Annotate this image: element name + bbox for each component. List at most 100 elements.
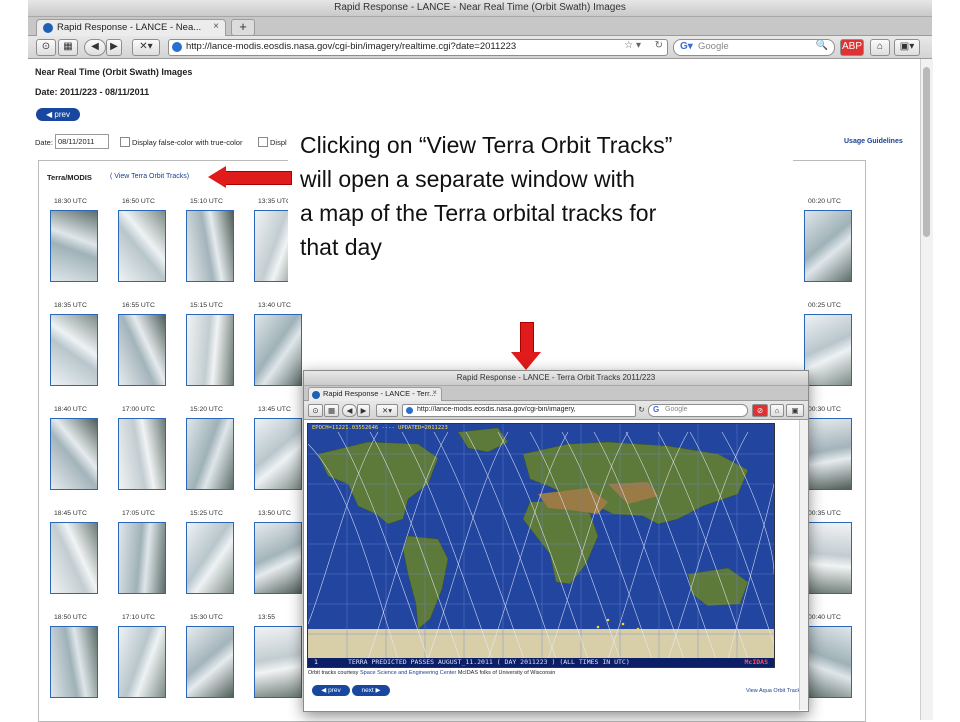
- mcidas-logo: McIDAS: [744, 658, 768, 666]
- tab-close-icon[interactable]: ×: [213, 21, 219, 32]
- utc-time-label: 00:40 UTC: [808, 614, 841, 621]
- back-button[interactable]: ◀: [84, 39, 106, 56]
- popup-scrollbar[interactable]: [799, 420, 808, 710]
- utc-time-label: 13:45 UTC: [258, 406, 291, 413]
- prev-button[interactable]: ◀ prev: [36, 108, 80, 121]
- popup-history-icon[interactable]: ⊙: [308, 404, 323, 417]
- bookmark-star-icon[interactable]: ☆ ▾: [624, 40, 641, 51]
- callout-line-4: that day: [300, 234, 382, 260]
- satellite-image[interactable]: [186, 626, 234, 698]
- popup-next-button[interactable]: next ▶: [352, 685, 390, 696]
- satellite-image[interactable]: [804, 418, 852, 490]
- popup-titlebar: Rapid Response - LANCE - Terra Orbit Tra…: [304, 371, 808, 386]
- popup-tab-bar: Rapid Response - LANCE - Terr... ×: [304, 386, 808, 401]
- ssec-link[interactable]: Space Science and Engineering Center: [360, 670, 456, 676]
- popup-tab[interactable]: Rapid Response - LANCE - Terr... ×: [308, 387, 442, 401]
- popup-reload-icon[interactable]: ↻: [638, 404, 645, 415]
- satellite-image[interactable]: [50, 210, 98, 282]
- satellite-image[interactable]: [118, 210, 166, 282]
- home-icon[interactable]: ⌂: [870, 39, 890, 56]
- address-bar[interactable]: http://lance-modis.eosdis.nasa.gov/cgi-b…: [168, 39, 668, 56]
- satellite-image[interactable]: [804, 314, 852, 386]
- satellite-image[interactable]: [186, 314, 234, 386]
- history-icon[interactable]: ⊙: [36, 39, 56, 56]
- popup-tab-close-icon[interactable]: ×: [432, 388, 437, 397]
- scroll-thumb[interactable]: [923, 67, 930, 237]
- utc-time-label: 16:50 UTC: [122, 198, 155, 205]
- popup-back-button[interactable]: ◀: [342, 404, 357, 417]
- utc-time-label: 15:10 UTC: [190, 198, 223, 205]
- map-footer-number: 1: [314, 658, 318, 666]
- satellite-image[interactable]: [254, 418, 302, 490]
- view-aqua-orbit-tracks-link[interactable]: View Aqua Orbit Tracks: [746, 688, 803, 694]
- browser-tab[interactable]: Rapid Response - LANCE - Nea... ×: [36, 19, 226, 36]
- popup-toolbar: ⊙ ▦ ◀ ▶ ✕▾ http://lance-modis.eosdis.nas…: [304, 401, 808, 420]
- satellite-image[interactable]: [186, 210, 234, 282]
- world-map: [308, 424, 774, 667]
- map-footer: 1 TERRA PREDICTED PASSES AUGUST_11.2011 …: [308, 658, 774, 667]
- date-label: Date:: [35, 138, 53, 147]
- utc-time-label: 18:45 UTC: [54, 510, 87, 517]
- utc-time-label: 13:55: [258, 614, 276, 621]
- search-input[interactable]: G▾ Google 🔍: [673, 39, 835, 56]
- window-titlebar: Rapid Response - LANCE - Near Real Time …: [28, 0, 932, 17]
- usage-guidelines-link[interactable]: Usage Guidelines: [844, 138, 903, 145]
- callout-line-3: a map of the Terra orbital tracks for: [300, 200, 657, 226]
- callout-line-1: Clicking on “View Terra Orbit Tracks”: [300, 132, 673, 158]
- satellite-image[interactable]: [254, 522, 302, 594]
- date-field[interactable]: 08/11/2011: [55, 134, 109, 149]
- stop-icon[interactable]: ✕▾: [132, 39, 160, 56]
- utc-time-label: 18:30 UTC: [54, 198, 87, 205]
- orbit-tracks-window: Rapid Response - LANCE - Terra Orbit Tra…: [303, 370, 809, 712]
- page-date: Date: 2011/223 - 08/11/2011: [35, 87, 150, 97]
- forward-button[interactable]: ▶: [106, 39, 122, 56]
- utc-time-label: 00:35 UTC: [808, 510, 841, 517]
- satellite-image[interactable]: [118, 626, 166, 698]
- popup-home-icon[interactable]: ⌂: [770, 404, 784, 417]
- popup-menu-icon[interactable]: ▣: [786, 404, 804, 417]
- new-tab-button[interactable]: +: [231, 19, 255, 36]
- bookmarks-icon[interactable]: ▦: [58, 39, 78, 56]
- popup-window-title: Rapid Response - LANCE - Terra Orbit Tra…: [456, 373, 656, 382]
- popup-tab-label: Rapid Response - LANCE - Terr...: [323, 389, 436, 398]
- satellite-image[interactable]: [50, 522, 98, 594]
- satellite-image[interactable]: [118, 314, 166, 386]
- popup-adblock-icon[interactable]: ⊘: [752, 404, 768, 417]
- popup-bookmarks-icon[interactable]: ▦: [324, 404, 339, 417]
- page-scrollbar[interactable]: [920, 59, 933, 720]
- satellite-image[interactable]: [186, 418, 234, 490]
- satellite-image[interactable]: [254, 314, 302, 386]
- satellite-image[interactable]: [804, 626, 852, 698]
- reload-icon[interactable]: ↻: [655, 40, 663, 51]
- display-option-checkbox[interactable]: [258, 137, 268, 147]
- utc-time-label: 15:30 UTC: [190, 614, 223, 621]
- false-color-checkbox[interactable]: [120, 137, 130, 147]
- adblock-icon[interactable]: ABP: [840, 39, 864, 56]
- menu-icon[interactable]: ▣▾: [894, 39, 920, 56]
- search-icon[interactable]: 🔍: [816, 40, 828, 51]
- utc-time-label: 13:35 UTC: [258, 198, 291, 205]
- satellite-image[interactable]: [118, 418, 166, 490]
- satellite-image[interactable]: [804, 522, 852, 594]
- satellite-image[interactable]: [50, 626, 98, 698]
- satellite-image[interactable]: [254, 626, 302, 698]
- popup-address-bar[interactable]: http://lance-modis.eosdis.nasa.gov/cgi-b…: [402, 404, 636, 417]
- popup-search-placeholder: Google: [665, 406, 688, 413]
- navigation-toolbar: ⊙ ▦ ◀ ▶ ✕▾ http://lance-modis.eosdis.nas…: [28, 36, 932, 59]
- tab-bar: Rapid Response - LANCE - Nea... × +: [28, 17, 932, 36]
- utc-time-label: 15:15 UTC: [190, 302, 223, 309]
- satellite-image[interactable]: [186, 522, 234, 594]
- utc-time-label: 13:40 UTC: [258, 302, 291, 309]
- map-epoch-header: EPOCH=11221.03552646 ---- UPDATED=201122…: [312, 425, 448, 431]
- popup-forward-button[interactable]: ▶: [357, 404, 370, 417]
- popup-prev-button[interactable]: ◀ prev: [312, 685, 350, 696]
- popup-stop-icon[interactable]: ✕▾: [376, 404, 398, 417]
- popup-google-icon: G: [653, 405, 660, 414]
- popup-search-input[interactable]: G Google: [648, 404, 748, 417]
- satellite-image[interactable]: [118, 522, 166, 594]
- satellite-image[interactable]: [804, 210, 852, 282]
- satellite-image[interactable]: [50, 418, 98, 490]
- view-terra-orbit-tracks-link[interactable]: ( View Terra Orbit Tracks): [110, 173, 189, 180]
- satellite-image[interactable]: [50, 314, 98, 386]
- nasa-favicon-icon: [43, 23, 53, 33]
